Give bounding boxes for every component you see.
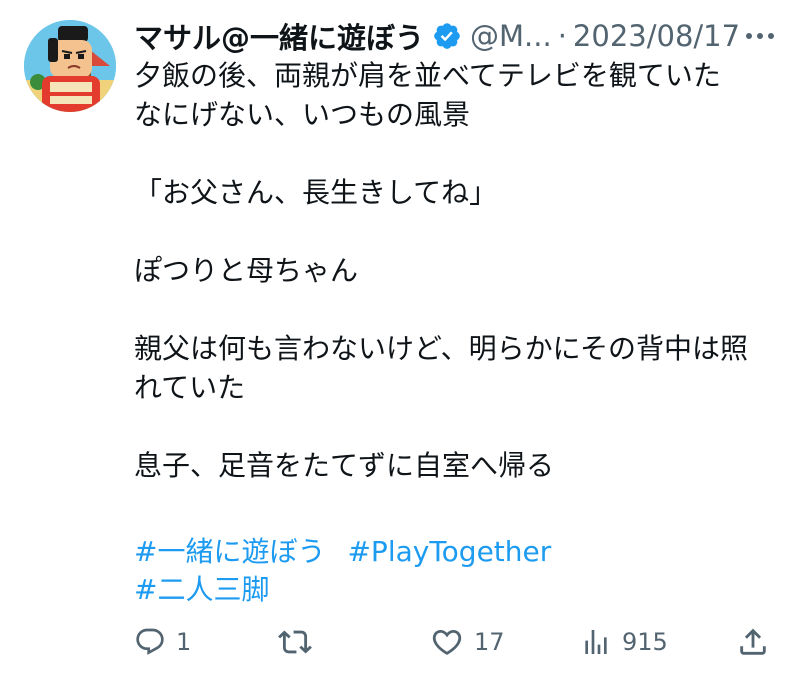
retweet-icon (278, 630, 312, 654)
body-line: 親父は何も言わないけど、明らかにその背中は照 (134, 332, 749, 365)
tweet-header: マサル@一緒に遊ぼう @M... · 2023/08/17 (134, 14, 780, 58)
more-dots-icon (746, 33, 775, 39)
user-handle[interactable]: @M... (470, 19, 552, 53)
body-line: 「お父さん、長生きしてね」 (134, 176, 498, 209)
hashtag-list: #一緒に遊ぼう #PlayTogether #二人三脚 (134, 533, 784, 609)
separator-dot: · (557, 19, 567, 53)
reply-button[interactable]: 1 (134, 618, 191, 666)
like-button[interactable]: 17 (430, 618, 505, 666)
hashtag-link[interactable]: #PlayTogether (347, 535, 551, 568)
hashtag-link[interactable]: #二人三脚 (134, 573, 269, 606)
verified-badge-icon (434, 23, 460, 49)
action-bar: 1 17 915 (130, 618, 780, 666)
body-line: れていた (134, 371, 246, 404)
views-icon (585, 630, 607, 654)
body-line: なにげない、いつもの風景 (134, 98, 471, 131)
tweet-body: 夕飯の後、両親が肩を並べてテレビを観ていた なにげない、いつもの風景 「お父さん… (134, 56, 784, 485)
share-button[interactable] (736, 618, 770, 666)
heart-icon (432, 629, 462, 655)
body-line: 夕飯の後、両親が肩を並べてテレビを観ていた (134, 59, 721, 92)
tweet-date[interactable]: 2023/08/17 (573, 19, 740, 53)
views-count: 915 (622, 628, 668, 656)
more-options-button[interactable] (740, 21, 780, 51)
avatar[interactable] (24, 20, 116, 112)
hashtag-link[interactable]: #一緒に遊ぼう (134, 535, 325, 568)
views-button[interactable]: 915 (580, 618, 668, 666)
tweet: マサル@一緒に遊ぼう @M... · 2023/08/17 夕飯の後、両親が肩を… (0, 0, 800, 675)
reply-icon (136, 628, 164, 655)
share-icon (740, 628, 766, 655)
like-count: 17 (474, 628, 505, 656)
retweet-button[interactable] (278, 618, 322, 666)
body-line: ぽつりと母ちゃん (134, 254, 359, 287)
samurai-avatar-icon (24, 20, 116, 112)
reply-count: 1 (176, 628, 192, 656)
body-line: 息子、足音をたてずに自室へ帰る (134, 449, 555, 482)
display-name[interactable]: マサル@一緒に遊ぼう (134, 15, 424, 57)
